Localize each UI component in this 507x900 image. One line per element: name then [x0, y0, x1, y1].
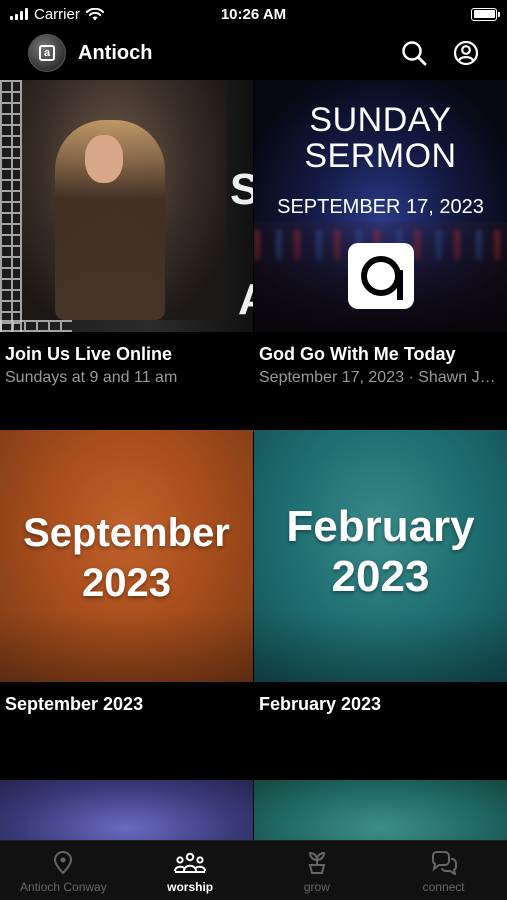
status-left: Carrier: [10, 6, 104, 23]
thumb-letter: S: [230, 165, 253, 214]
church-logo-icon: a: [39, 45, 55, 61]
media-card-series[interactable]: September 2023 September 2023: [0, 430, 253, 715]
status-bar: Carrier 10:26 AM: [0, 0, 507, 28]
account-icon[interactable]: [453, 40, 479, 66]
card-thumbnail[interactable]: [0, 780, 253, 840]
media-card-live[interactable]: S A Join Us Live Online Sundays at 9 and…: [0, 80, 253, 387]
thumb-heading-line1: SUNDAY: [309, 101, 452, 139]
card-title[interactable]: Join Us Live Online: [0, 344, 253, 365]
tab-antioch-conway[interactable]: Antioch Conway: [0, 841, 127, 900]
tab-label: grow: [303, 880, 330, 894]
tab-grow[interactable]: grow: [254, 841, 381, 900]
thumb-label-line1: February: [286, 502, 475, 551]
church-avatar[interactable]: a: [28, 34, 66, 72]
antioch-logo-icon: [348, 243, 414, 309]
card-title[interactable]: God Go With Me Today: [254, 344, 507, 365]
thumb-label-line2: 2023: [82, 561, 171, 605]
search-icon[interactable]: [401, 40, 427, 66]
top-bar: a Antioch: [0, 30, 507, 76]
card-thumbnail[interactable]: S A: [0, 80, 253, 332]
tab-label: connect: [422, 880, 465, 894]
grid-pattern-bottom: [0, 320, 72, 332]
carrier-label: Carrier: [34, 5, 80, 23]
location-pin-icon: [54, 851, 73, 875]
tab-label: worship: [167, 880, 214, 894]
card-thumbnail[interactable]: SUNDAY SERMON SEPTEMBER 17, 2023: [254, 80, 507, 332]
battery-icon: [471, 7, 500, 21]
singer-face: [85, 135, 123, 183]
thumb-shade: [0, 612, 253, 682]
card-subtitle: Sundays at 9 and 11 am: [5, 369, 178, 386]
thumb-date: SEPTEMBER 17, 2023: [277, 196, 484, 218]
thumb-label: September 2023: [0, 508, 253, 608]
media-card-partial[interactable]: [254, 780, 507, 840]
people-icon: [174, 852, 207, 873]
signal-icon: [10, 8, 28, 20]
thumb-heading: SUNDAY SERMON: [254, 102, 507, 174]
thumb-label-line1: September: [23, 511, 230, 555]
media-card-series[interactable]: February 2023 February 2023: [254, 430, 507, 715]
thumb-heading-line2: SERMON: [304, 137, 457, 175]
media-card-sermon[interactable]: SUNDAY SERMON SEPTEMBER 17, 2023 God Go …: [254, 80, 507, 387]
card-title[interactable]: September 2023: [0, 694, 253, 715]
grid-pattern: [0, 80, 22, 332]
app-title: Antioch: [78, 41, 153, 64]
card-thumbnail[interactable]: [254, 780, 507, 840]
tab-connect[interactable]: connect: [380, 841, 507, 900]
card-subtitle: September 17, 2023 · Shawn Johnson: [259, 369, 499, 386]
thumb-label-line2: 2023: [331, 552, 430, 601]
media-card-partial[interactable]: [0, 780, 253, 840]
thumb-letter: A: [238, 275, 253, 325]
top-actions: [401, 40, 479, 66]
tab-label: Antioch Conway: [20, 880, 107, 894]
thumb-shade: [254, 612, 507, 682]
wifi-icon: [85, 7, 104, 20]
thumb-label: February 2023: [254, 502, 507, 602]
card-thumbnail[interactable]: February 2023: [254, 430, 507, 682]
plant-icon: [308, 851, 326, 874]
tab-bar: Antioch Conway worship grow connect: [0, 840, 507, 900]
chat-bubbles-icon: [431, 851, 457, 875]
card-thumbnail[interactable]: September 2023: [0, 430, 253, 682]
tab-worship[interactable]: worship: [127, 841, 254, 900]
card-title[interactable]: February 2023: [254, 694, 507, 715]
